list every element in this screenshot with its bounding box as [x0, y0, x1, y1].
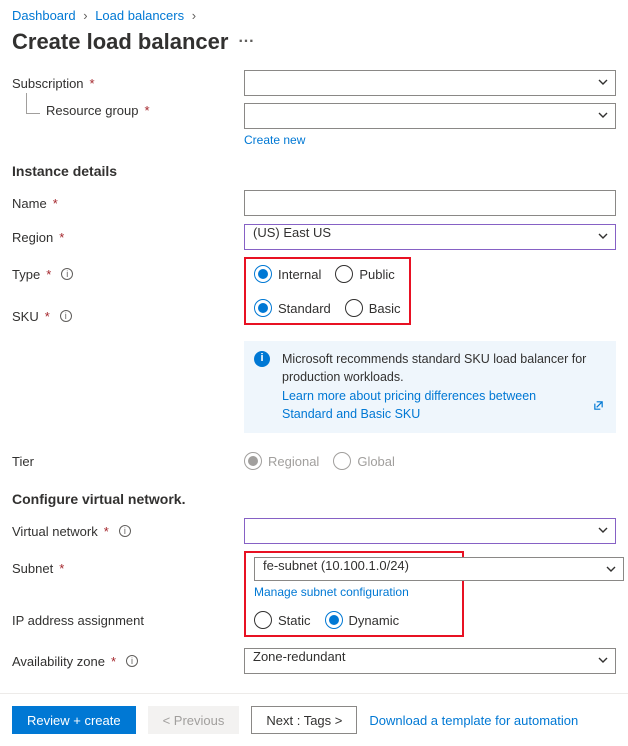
tier-global-radio: Global: [333, 452, 395, 470]
manage-subnet-link[interactable]: Manage subnet configuration: [254, 585, 409, 599]
page-title: Create load balancer ···: [12, 29, 616, 55]
chevron-right-icon: ›: [192, 8, 196, 23]
info-icon: i: [254, 351, 270, 367]
instance-details-heading: Instance details: [12, 163, 616, 179]
breadcrumb-load-balancers[interactable]: Load balancers: [95, 8, 184, 23]
info-icon[interactable]: i: [61, 268, 73, 280]
chevron-down-icon: [597, 109, 609, 121]
info-icon[interactable]: i: [119, 525, 131, 537]
region-label: Region*: [12, 230, 244, 245]
subscription-select[interactable]: [244, 70, 616, 96]
resource-group-select[interactable]: [244, 103, 616, 129]
type-label: Type* i: [12, 261, 244, 282]
subnet-ip-highlight: fe-subnet (10.100.1.0/24) Manage subnet …: [244, 551, 464, 637]
breadcrumb: Dashboard › Load balancers ›: [12, 6, 616, 27]
ip-assignment-label: IP address assignment: [12, 607, 244, 628]
chevron-down-icon: [597, 230, 609, 242]
subnet-select[interactable]: fe-subnet (10.100.1.0/24): [254, 557, 624, 581]
name-label: Name*: [12, 196, 244, 211]
availability-zone-select[interactable]: Zone-redundant: [244, 648, 616, 674]
availability-zone-label: Availability zone* i: [12, 654, 244, 669]
external-link-icon: [593, 400, 604, 411]
learn-more-link[interactable]: Learn more about pricing differences bet…: [282, 388, 604, 423]
ip-static-radio[interactable]: Static: [254, 611, 311, 629]
ip-dynamic-radio[interactable]: Dynamic: [325, 611, 400, 629]
previous-button: < Previous: [148, 706, 240, 734]
chevron-down-icon: [597, 654, 609, 666]
subnet-label: Subnet*: [12, 555, 244, 576]
type-internal-radio[interactable]: Internal: [254, 265, 321, 283]
chevron-down-icon: [605, 563, 617, 575]
type-sku-highlight: Internal Public Standard Basic: [244, 257, 411, 325]
breadcrumb-dashboard[interactable]: Dashboard: [12, 8, 76, 23]
more-menu-icon[interactable]: ···: [238, 33, 254, 51]
name-input[interactable]: [244, 190, 616, 216]
vnet-label: Virtual network* i: [12, 524, 244, 539]
configure-vnet-heading: Configure virtual network.: [12, 491, 616, 507]
sku-info-panel: i Microsoft recommends standard SKU load…: [244, 341, 616, 433]
resource-group-label: Resource group*: [12, 103, 244, 118]
vnet-select[interactable]: [244, 518, 616, 544]
info-icon[interactable]: i: [126, 655, 138, 667]
chevron-down-icon: [597, 524, 609, 536]
create-new-link[interactable]: Create new: [244, 133, 305, 147]
sku-standard-radio[interactable]: Standard: [254, 299, 331, 317]
subscription-label: Subscription*: [12, 76, 244, 91]
chevron-right-icon: ›: [83, 8, 87, 23]
review-create-button[interactable]: Review + create: [12, 706, 136, 734]
info-icon[interactable]: i: [60, 310, 72, 322]
tier-label: Tier: [12, 454, 244, 469]
sku-basic-radio[interactable]: Basic: [345, 299, 401, 317]
download-template-link[interactable]: Download a template for automation: [369, 713, 578, 728]
wizard-footer: Review + create < Previous Next : Tags >…: [0, 693, 628, 746]
tier-regional-radio: Regional: [244, 452, 319, 470]
sku-label: SKU* i: [12, 303, 244, 324]
next-button[interactable]: Next : Tags >: [251, 706, 357, 734]
chevron-down-icon: [597, 76, 609, 88]
type-public-radio[interactable]: Public: [335, 265, 394, 283]
region-select[interactable]: (US) East US: [244, 224, 616, 250]
